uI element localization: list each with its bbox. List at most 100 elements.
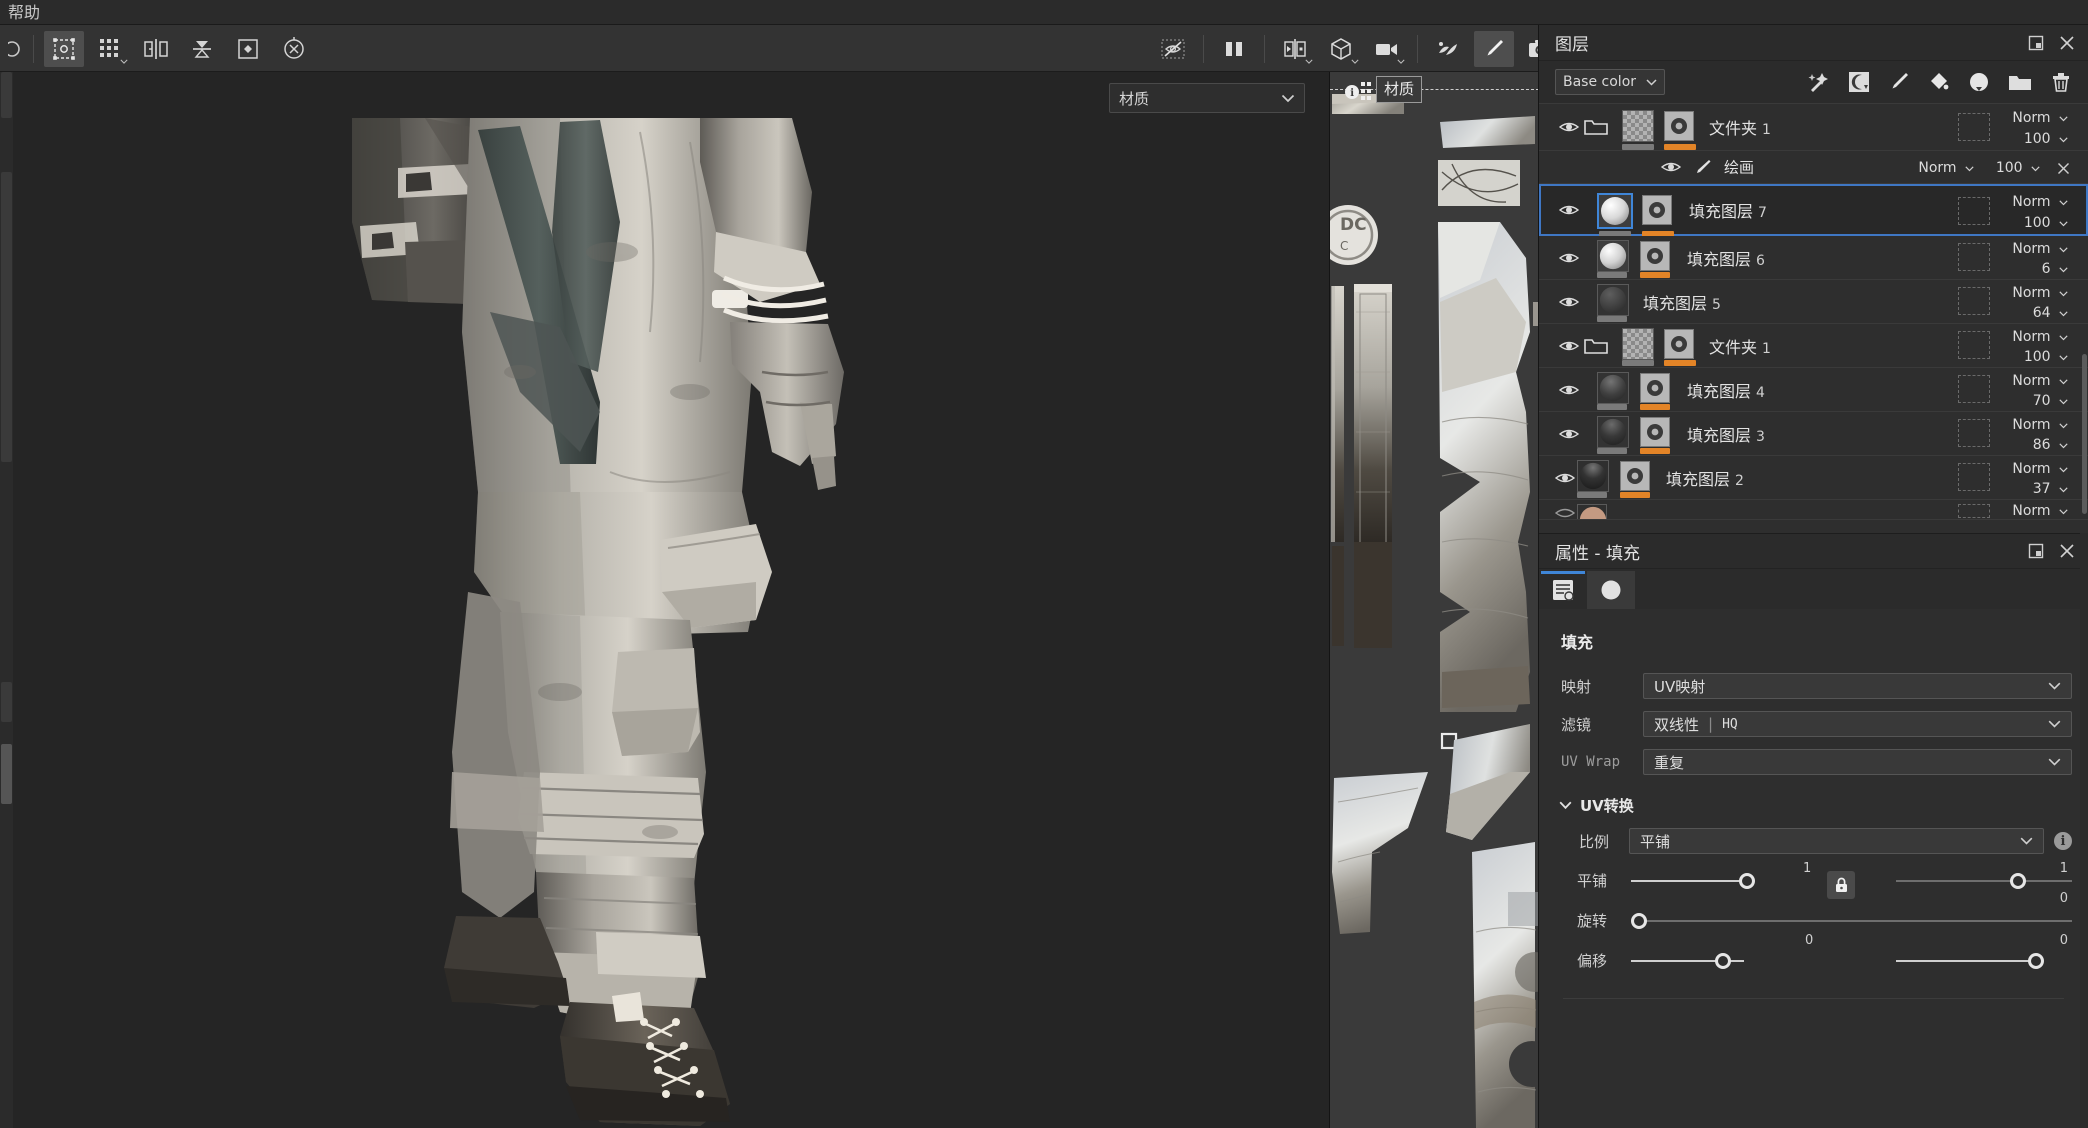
layer-mask-thumbnail[interactable]	[1642, 195, 1672, 225]
layer-mask-thumbnail[interactable]	[1664, 111, 1694, 141]
tab-material[interactable]	[1587, 571, 1635, 609]
symmetry-tool[interactable]	[136, 31, 176, 67]
particles-tool[interactable]	[1428, 31, 1468, 67]
layer-blend-mode[interactable]: Norm	[2012, 329, 2068, 345]
visibility-eye-icon[interactable]	[1555, 506, 1575, 520]
material-selector[interactable]: 材质	[1109, 83, 1305, 113]
layer-effect-slot[interactable]	[1958, 287, 1990, 315]
float-panel-icon[interactable]	[2028, 543, 2044, 559]
tiling-lock-button[interactable]	[1827, 871, 1855, 899]
visibility-eye-icon[interactable]	[1559, 339, 1579, 353]
offset-v-slider[interactable]: 0	[1892, 933, 2072, 975]
transform-tool[interactable]	[44, 30, 84, 67]
slider-knob[interactable]	[2010, 873, 2026, 889]
layer-effect-slot[interactable]	[1958, 331, 1990, 359]
viewport-uv[interactable]: DC C i 材质	[1329, 72, 1538, 1128]
rotation-slider[interactable]: 0	[1631, 891, 2072, 935]
layer-mask-thumbnail[interactable]	[1620, 461, 1650, 491]
prop-value-mapping[interactable]: UV映射	[1643, 673, 2072, 699]
hide-display-tool[interactable]	[1153, 31, 1193, 67]
layer-row-folder-1b[interactable]: 文件夹 1 Norm 100	[1539, 324, 2088, 368]
layer-blend-mode[interactable]: Norm	[2012, 110, 2068, 126]
visibility-eye-icon[interactable]	[1559, 427, 1579, 441]
tiling-u-slider[interactable]: 1	[1631, 861, 1892, 899]
layer-thumbnail[interactable]	[1597, 240, 1629, 272]
layer-blend-mode[interactable]: Norm	[2012, 373, 2068, 389]
layer-opacity[interactable]: 100	[2024, 215, 2068, 231]
layer-blend-mode[interactable]: Norm	[2012, 194, 2068, 210]
visibility-eye-icon[interactable]	[1661, 160, 1681, 174]
layer-row-fill-7[interactable]: 填充图层 7 Norm 100	[1539, 184, 2088, 237]
layer-row-folder-1[interactable]: 文件夹 1 Norm 100	[1539, 104, 2088, 151]
visibility-eye-icon[interactable]	[1559, 203, 1579, 217]
viewport-3d[interactable]: 材质	[0, 72, 1327, 1128]
info-icon[interactable]: i	[2054, 832, 2072, 850]
layer-row-fill-3[interactable]: 填充图层 3 Norm 86	[1539, 412, 2088, 456]
visibility-eye-icon[interactable]	[1559, 120, 1579, 134]
layer-thumbnail[interactable]	[1597, 193, 1633, 229]
prop-value-uvwrap[interactable]: 重复	[1643, 749, 2072, 775]
reset-tool[interactable]	[274, 31, 314, 67]
layer-list[interactable]: 文件夹 1 Norm 100 绘画 Norm 100 填充图层 7 Norm 1…	[1539, 103, 2088, 533]
layer-thumbnail[interactable]	[1597, 416, 1629, 448]
layer-thumbnail[interactable]	[1597, 284, 1629, 316]
visibility-eye-icon[interactable]	[1559, 295, 1579, 309]
layer-thumbnail[interactable]	[1577, 504, 1607, 519]
left-strip-nub-top[interactable]	[1, 72, 12, 118]
fill-layer-icon[interactable]	[1928, 71, 1950, 93]
remove-effect-icon[interactable]	[2057, 162, 2070, 175]
delete-icon[interactable]	[2050, 71, 2072, 93]
tab-properties[interactable]	[1539, 571, 1587, 609]
layer-effect-slot[interactable]	[1958, 504, 1990, 518]
prop-value-scale[interactable]: 平铺	[1629, 828, 2044, 854]
visibility-eye-icon[interactable]	[1555, 471, 1575, 485]
layer-mask-thumbnail[interactable]	[1664, 329, 1694, 359]
layer-blend-mode[interactable]: Norm	[2012, 241, 2068, 257]
camera-tool[interactable]	[1367, 31, 1407, 67]
adjustment-layer-icon[interactable]	[1968, 71, 1990, 93]
uv-tile-tool[interactable]	[90, 31, 130, 67]
plane-tool[interactable]	[228, 31, 268, 67]
layer-opacity[interactable]: 37	[2033, 481, 2068, 497]
layer-row-fill-4[interactable]: 填充图层 4 Norm 70	[1539, 368, 2088, 412]
layer-thumbnail[interactable]	[1622, 328, 1654, 360]
layer-row-fill-5[interactable]: 填充图层 5 Norm 64	[1539, 280, 2088, 324]
left-strip-nub-mid[interactable]	[1, 172, 12, 462]
smart-material-icon[interactable]	[1808, 71, 1830, 93]
close-icon[interactable]	[2058, 34, 2076, 52]
layer-mask-thumbnail[interactable]	[1640, 373, 1670, 403]
layer-row-fill-6[interactable]: 填充图层 6 Norm 6	[1539, 236, 2088, 280]
menu-item-help[interactable]: 帮助	[0, 1, 48, 24]
layer-opacity[interactable]: 70	[2033, 393, 2068, 409]
visibility-eye-icon[interactable]	[1559, 383, 1579, 397]
effect-opacity[interactable]: 100	[1996, 160, 2040, 176]
slider-knob[interactable]	[2028, 953, 2044, 969]
layer-effect-slot[interactable]	[1958, 243, 1990, 271]
layer-effect-slot[interactable]	[1958, 113, 1990, 141]
offset-u-slider[interactable]: 0	[1631, 933, 1892, 975]
layer-effect-slot[interactable]	[1958, 375, 1990, 403]
left-strip-nub-bottom[interactable]	[1, 744, 12, 804]
layer-thumbnail[interactable]	[1577, 460, 1609, 492]
float-panel-icon[interactable]	[2028, 35, 2044, 51]
layer-opacity[interactable]: 64	[2033, 305, 2068, 321]
layer-mask-thumbnail[interactable]	[1640, 241, 1670, 271]
material-mode-tool[interactable]	[1321, 31, 1361, 67]
channel-selector[interactable]: Base color	[1555, 69, 1665, 95]
layer-blend-mode[interactable]: Norm	[2012, 461, 2068, 477]
mirror-tool[interactable]	[182, 31, 222, 67]
layer-thumbnail[interactable]	[1597, 372, 1629, 404]
effect-blend-mode[interactable]: Norm	[1918, 160, 1974, 176]
tool-prev-partial[interactable]	[8, 31, 26, 67]
properties-scroll-rail[interactable]	[2080, 533, 2088, 1128]
layer-effect-slot[interactable]	[1958, 197, 1990, 225]
layer-blend-mode[interactable]: Norm	[2012, 417, 2068, 433]
slider-knob[interactable]	[1739, 873, 1755, 889]
paint-layer-icon[interactable]	[1888, 71, 1910, 93]
close-icon[interactable]	[2058, 542, 2076, 560]
layer-opacity[interactable]: 100	[2024, 131, 2068, 147]
paint-tool[interactable]	[1474, 30, 1514, 67]
uv-texture-set-name[interactable]: 材质	[1376, 76, 1423, 103]
split-view-tool[interactable]	[1214, 31, 1254, 67]
layer-row-partial[interactable]: Norm	[1539, 500, 2088, 520]
